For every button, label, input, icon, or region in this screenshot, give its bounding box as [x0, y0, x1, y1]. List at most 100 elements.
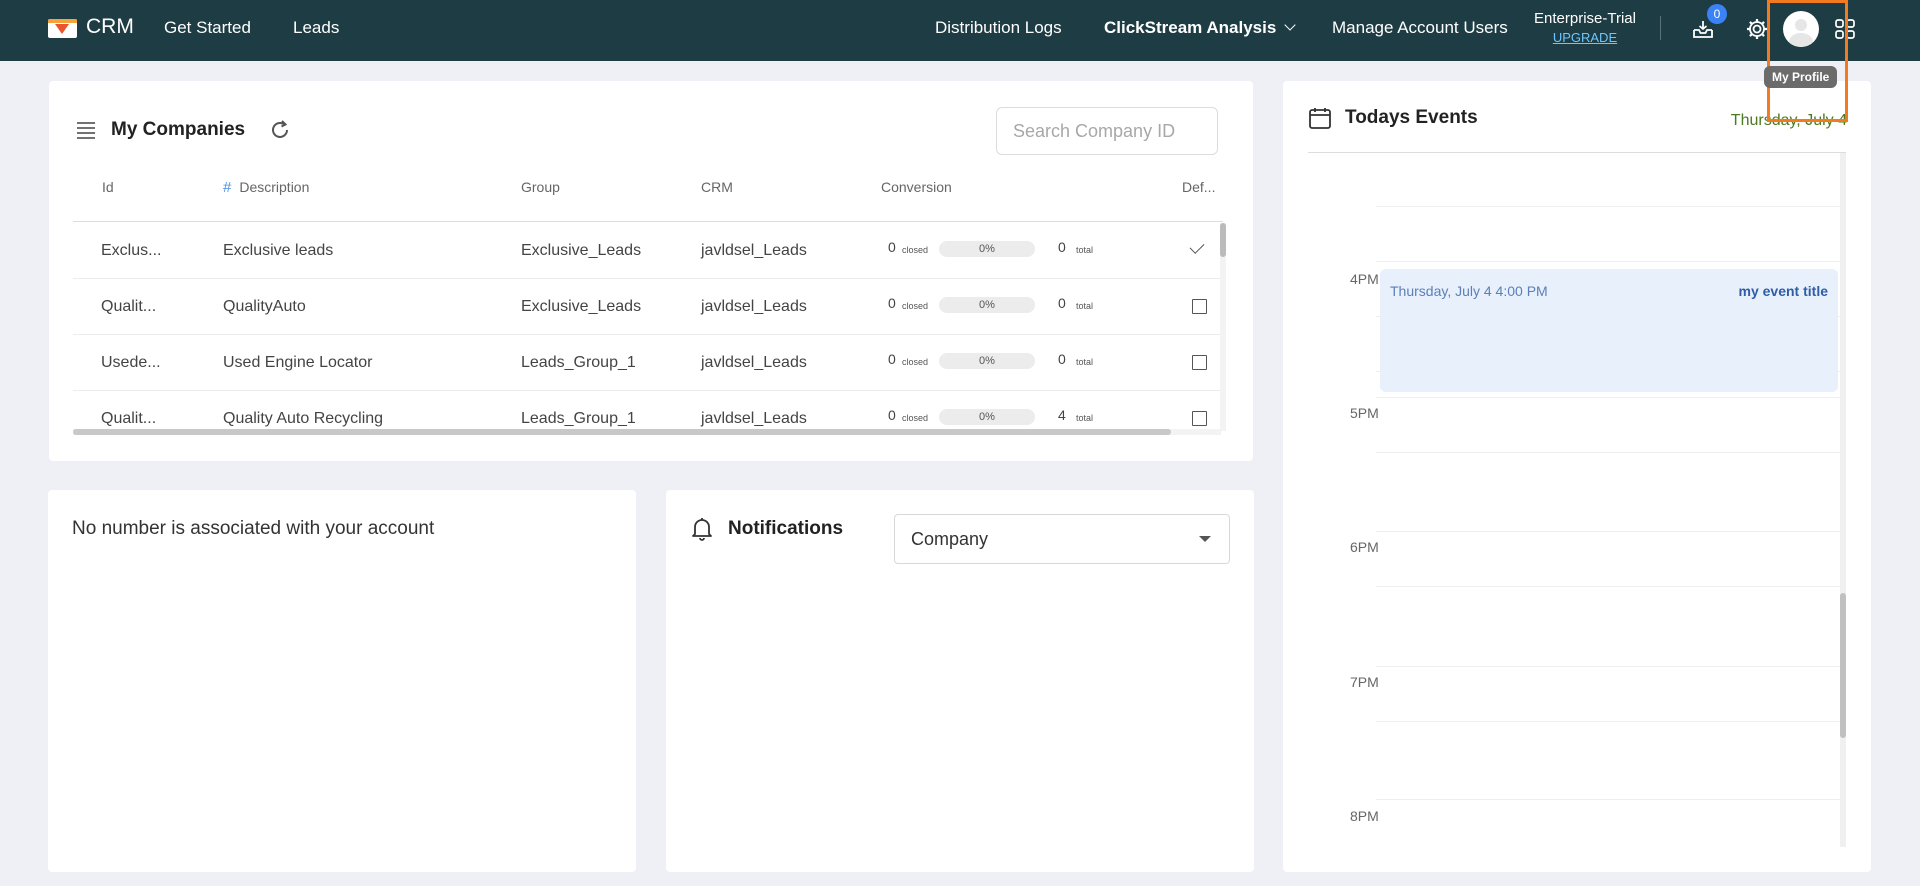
conversion-percent-bar: 0% [939, 353, 1035, 369]
brand-title[interactable]: CRM [86, 15, 134, 39]
cell-description: Used Engine Locator [223, 354, 373, 371]
conversion-percent-bar: 0% [939, 241, 1035, 257]
column-header-group[interactable]: Group [521, 179, 560, 195]
cell-id: Usede... [101, 354, 161, 371]
total-label: total [1076, 357, 1094, 367]
dropdown-selected-value: Company [911, 529, 989, 549]
my-companies-title: My Companies [111, 119, 246, 140]
cell-description: QualityAuto [223, 298, 306, 315]
hour-label: 5PM [1350, 405, 1379, 421]
conversion-percent-bar: 0% [939, 297, 1035, 313]
phone-number-card: No number is associated with your accoun… [48, 490, 636, 872]
total-count: 4 [1058, 407, 1066, 423]
default-checkbox[interactable] [1192, 411, 1207, 426]
nav-manage-account-users[interactable]: Manage Account Users [1332, 18, 1508, 38]
apps-grid-icon[interactable] [1832, 16, 1858, 42]
table-row[interactable]: Qualit... Quality Auto Recycling Leads_G… [73, 391, 1223, 431]
total-count: 0 [1058, 351, 1066, 367]
grid-line [1376, 261, 1840, 262]
grid-line [1376, 452, 1840, 453]
cell-group: Leads_Group_1 [521, 410, 636, 427]
default-checkbox[interactable] [1192, 299, 1207, 314]
total-label: total [1076, 245, 1094, 255]
nav-leads[interactable]: Leads [293, 18, 339, 38]
cell-crm: javldsel_Leads [701, 354, 807, 371]
closed-label: closed [902, 245, 929, 255]
conversion-cell: 0 closed 0% 0 total [888, 239, 1108, 263]
closed-count: 0 [888, 295, 896, 311]
chevron-down-icon [1284, 19, 1296, 31]
events-scrollbar[interactable] [1840, 153, 1846, 847]
default-checkmark-icon[interactable] [1189, 239, 1205, 254]
cell-crm: javldsel_Leads [701, 410, 807, 427]
total-count: 0 [1058, 295, 1066, 311]
hash-icon: # [223, 179, 232, 196]
crm-logo-icon[interactable] [48, 19, 77, 38]
caret-down-icon [1199, 536, 1211, 542]
nav-get-started[interactable]: Get Started [164, 18, 251, 38]
event-title: my event title [1738, 283, 1828, 299]
closed-label: closed [902, 301, 929, 311]
conversion-cell: 0 closed 0% 0 total [888, 295, 1108, 319]
closed-count: 0 [888, 239, 896, 255]
calendar-event[interactable]: Thursday, July 4 4:00 PM my event title [1380, 269, 1838, 392]
nav-distribution-logs[interactable]: Distribution Logs [935, 18, 1062, 38]
closed-count: 0 [888, 351, 896, 367]
divider [1660, 16, 1661, 40]
grid-line [1376, 799, 1840, 800]
search-company-id-input[interactable] [996, 107, 1218, 155]
table-row[interactable]: Exclus... Exclusive leads Exclusive_Lead… [73, 223, 1223, 279]
grid-line [1376, 666, 1840, 667]
description-header-label: Description [239, 179, 310, 195]
table-horizontal-scrollbar[interactable] [73, 429, 1221, 435]
hour-label: 4PM [1350, 271, 1379, 287]
cell-group: Exclusive_Leads [521, 298, 642, 315]
upgrade-link[interactable]: UPGRADE [1534, 30, 1636, 45]
table-vertical-scrollbar[interactable] [1220, 223, 1226, 431]
cell-group: Exclusive_Leads [521, 242, 642, 259]
column-header-default[interactable]: Def... [1182, 179, 1215, 195]
profile-avatar[interactable] [1783, 11, 1819, 47]
notifications-card: Notifications Company [666, 490, 1254, 872]
grid-line [1376, 721, 1840, 722]
nav-clickstream-analysis[interactable]: ClickStream Analysis [1104, 18, 1296, 38]
cell-id: Qualit... [101, 298, 157, 315]
todays-events-card: Todays Events Thursday, July 4 4PM 5PM 6… [1283, 81, 1871, 872]
no-number-message: No number is associated with your accoun… [72, 518, 435, 539]
hour-label: 7PM [1350, 674, 1379, 690]
table-row[interactable]: Usede... Used Engine Locator Leads_Group… [73, 335, 1223, 391]
notification-filter-dropdown[interactable]: Company [894, 514, 1230, 564]
conversion-cell: 0 closed 0% 4 total [888, 407, 1108, 431]
grid-line [1376, 586, 1840, 587]
hour-label: 6PM [1350, 539, 1379, 555]
cell-description: Quality Auto Recycling [223, 410, 384, 427]
column-header-crm[interactable]: CRM [701, 179, 733, 195]
closed-label: closed [902, 413, 929, 423]
cell-description: Exclusive leads [223, 242, 334, 259]
cell-id: Exclus... [101, 242, 162, 259]
bell-icon [692, 518, 712, 541]
events-date: Thursday, July 4 [1730, 112, 1847, 129]
conversion-percent-bar: 0% [939, 409, 1035, 425]
column-header-id[interactable]: Id [102, 179, 114, 195]
top-nav-bar: CRM Get Started Leads Distribution Logs … [0, 0, 1920, 61]
cell-id: Qualit... [101, 410, 157, 427]
conversion-cell: 0 closed 0% 0 total [888, 351, 1108, 375]
column-header-description[interactable]: # Description [223, 179, 309, 196]
event-time: Thursday, July 4 4:00 PM [1390, 283, 1548, 299]
cell-crm: javldsel_Leads [701, 298, 807, 315]
column-header-conversion[interactable]: Conversion [881, 179, 952, 195]
todays-events-title: Todays Events [1345, 107, 1478, 128]
my-companies-card: My Companies Id # Description Group CRM C… [49, 81, 1253, 461]
table-row[interactable]: Qualit... QualityAuto Exclusive_Leads ja… [73, 279, 1223, 335]
grid-line [1376, 206, 1840, 207]
inbox-count-badge: 0 [1707, 4, 1727, 24]
gear-icon[interactable] [1744, 16, 1770, 42]
calendar-icon [1309, 108, 1331, 129]
total-label: total [1076, 413, 1094, 423]
plan-name: Enterprise-Trial [1534, 10, 1636, 27]
refresh-icon[interactable] [268, 118, 292, 142]
total-label: total [1076, 301, 1094, 311]
grid-line [1376, 531, 1840, 532]
default-checkbox[interactable] [1192, 355, 1207, 370]
